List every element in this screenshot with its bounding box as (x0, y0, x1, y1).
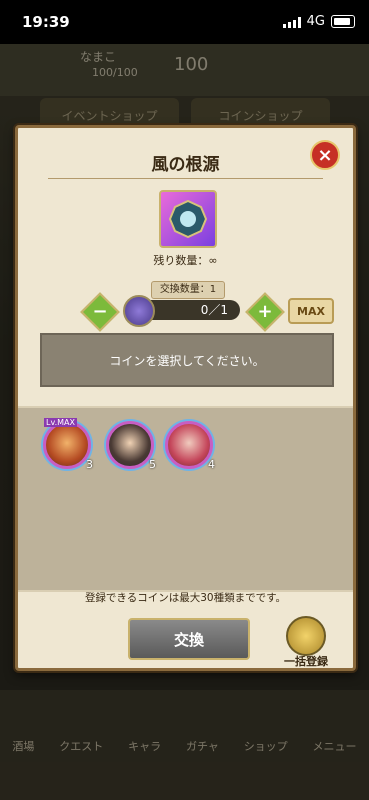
battery-icon (331, 15, 355, 28)
increase-button[interactable]: + (245, 292, 285, 332)
exchange-qty-label: 交換数量：1 (151, 281, 225, 299)
bulk-register-icon[interactable] (286, 616, 326, 656)
coin-count: 3 (86, 458, 93, 471)
close-button[interactable]: × (310, 140, 340, 170)
status-bar: 19:39 4G (0, 0, 369, 44)
item-icon (159, 190, 217, 248)
remaining-quantity: 残り数量：∞ (153, 254, 218, 267)
exchange-button[interactable]: 交換 (128, 618, 250, 660)
status-right: 4G (282, 14, 355, 29)
coin-item[interactable] (106, 421, 154, 469)
coin-item[interactable] (43, 421, 91, 469)
select-coin-prompt: コインを選択してください。 (40, 333, 334, 387)
exchange-dialog: 風の根源 × 残り数量：∞ 交換数量：1 − 0／1 + MAX コインを選択し… (15, 125, 356, 671)
bulk-register-label[interactable]: 一括登録 (276, 653, 336, 669)
network-label: 4G (306, 14, 325, 29)
title-divider (48, 178, 323, 179)
status-time: 19:39 (22, 13, 70, 31)
close-icon: × (317, 144, 333, 166)
max-button[interactable]: MAX (288, 298, 334, 324)
qty-gem-icon (123, 295, 155, 327)
wind-gem-icon (168, 199, 208, 239)
coin-item[interactable] (165, 421, 213, 469)
minus-icon: − (92, 301, 108, 322)
coin-limit-note: 登録できるコインは最大30種類までです。 (84, 592, 287, 604)
coin-count: 4 (208, 458, 215, 471)
decrease-button[interactable]: − (80, 292, 120, 332)
signal-icon (282, 16, 301, 28)
coin-count: 5 (149, 458, 156, 471)
coin-badge: Lv.MAX (44, 418, 77, 427)
dialog-title: 風の根源 (151, 155, 220, 175)
plus-icon: + (257, 301, 273, 322)
